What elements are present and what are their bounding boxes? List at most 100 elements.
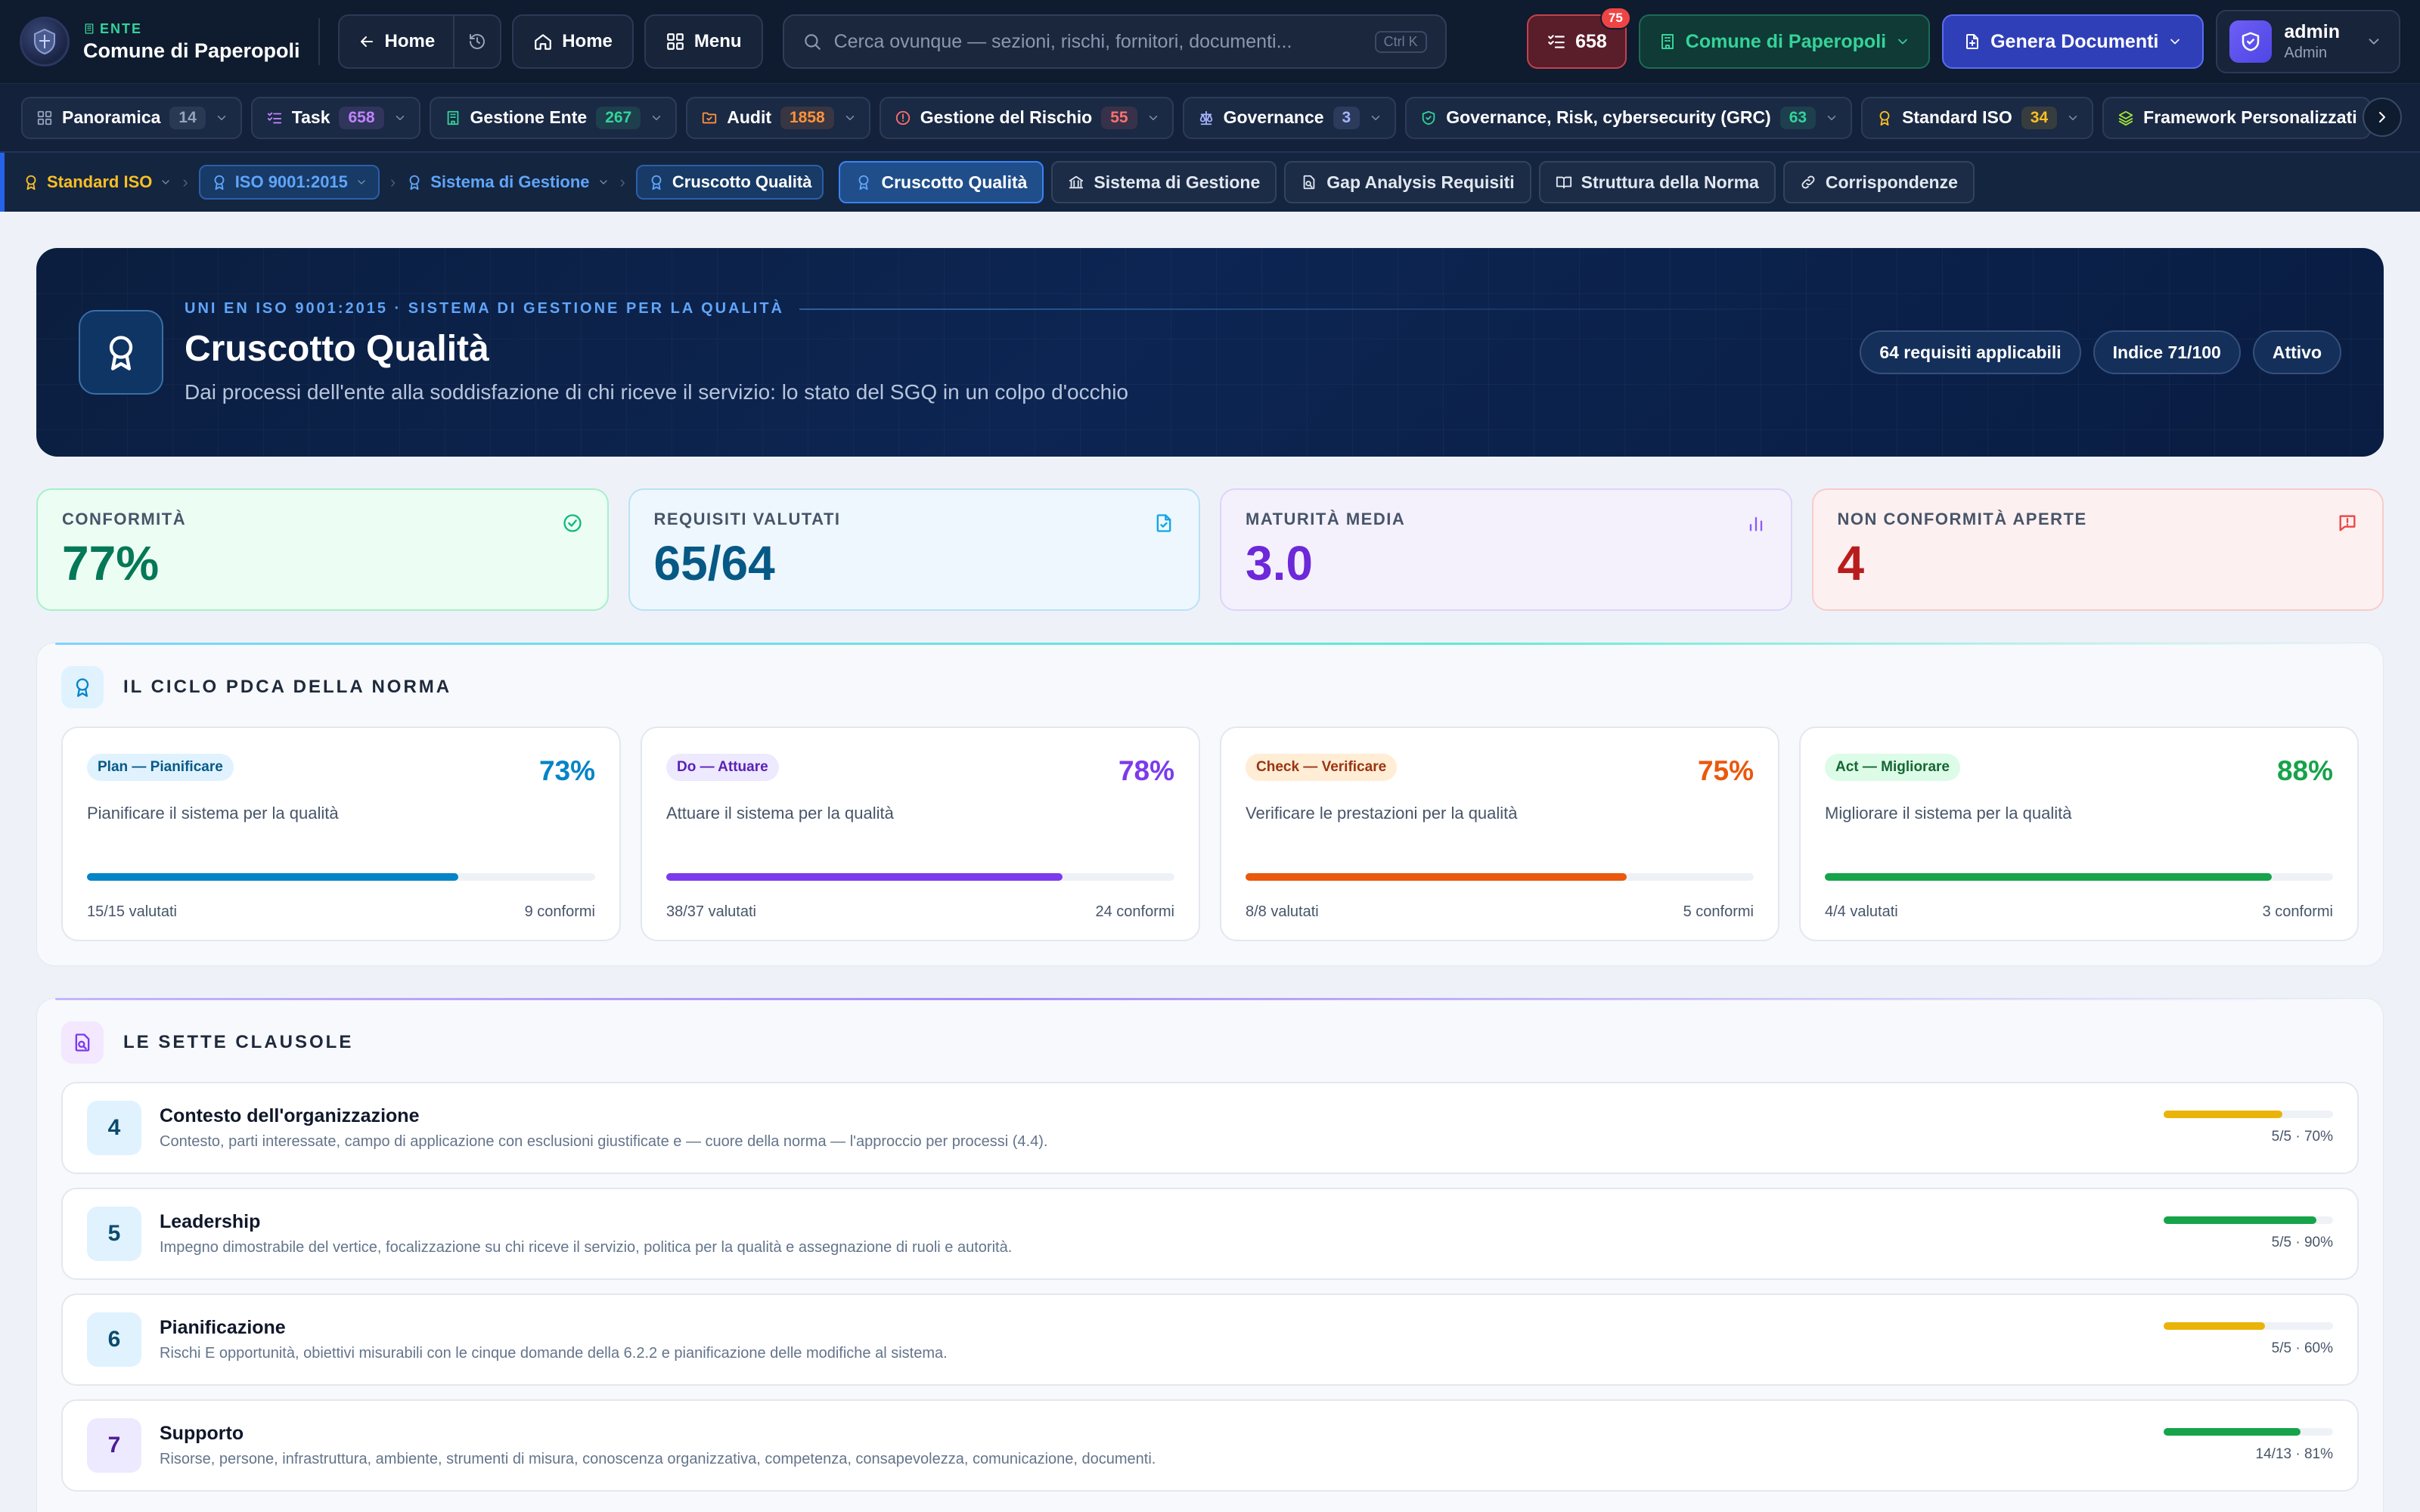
tab-gap-analysis[interactable]: Gap Analysis Requisiti [1284, 161, 1531, 203]
progress-bar-fill [2164, 1111, 2282, 1118]
module-tab-gestione-del-rischio[interactable]: Gestione del Rischio 55 [879, 96, 1174, 139]
award-icon-glyph [76, 678, 89, 697]
module-tab-governance[interactable]: Governance 3 [1182, 96, 1397, 139]
chevron-down-icon [1371, 115, 1380, 120]
kpi-value: 4 [1837, 536, 1865, 590]
list-item[interactable]: 6 Pianificazione Rischi E opportunità, obi… [61, 1294, 2359, 1386]
building-icon [447, 110, 458, 125]
home-button[interactable]: Home [512, 14, 634, 69]
chevron-down-icon [845, 115, 854, 120]
municipality-logo[interactable] [20, 17, 70, 67]
section-title: IL CICLO PDCA DELLA NORMA [123, 677, 452, 697]
user-menu[interactable]: admin Admin [2216, 10, 2400, 73]
clause-title: Pianificazione [160, 1317, 286, 1338]
entity-info[interactable]: ENTE Comune di Paperopoli [83, 17, 300, 67]
breadcrumb-separator: › [389, 172, 396, 191]
module-tab-panoramica[interactable]: Panoramica 14 [21, 96, 242, 139]
pdca-phase-tag: Do — Attuare [666, 754, 779, 781]
kpi-label: NON CONFORMITÀ APERTE [1837, 510, 2087, 528]
pdca-card[interactable]: Do — Attuare 78% Attuare il sistema per la… [641, 727, 1200, 941]
requirements-pill: 64 requisiti applicabili [1860, 330, 2081, 374]
list-item[interactable]: 4 Contesto dell'organizzazione Contesto, p… [61, 1082, 2359, 1174]
module-tab-framework-personalizzati[interactable]: Framework Personalizzati [2102, 96, 2371, 139]
breadcrumb-label: Sistema di Gestione [430, 172, 590, 191]
progress-bar-fill [666, 873, 1063, 881]
breadcrumb-item-current[interactable]: Cruscotto Qualità [635, 165, 824, 200]
tab-cruscotto-qualita[interactable]: Cruscotto Qualità [839, 161, 1044, 203]
module-tab-count: 63 [1779, 106, 1817, 129]
clause-text: Leadership Impegno dimostrabile del verti… [160, 1211, 2133, 1256]
page-subtitle: Dai processi dell'ente alla soddisfazion… [185, 380, 1128, 404]
tab-corrispondenze[interactable]: Corrispondenze [1782, 161, 1975, 203]
pdca-percentage: 88% [2276, 755, 2333, 786]
layers-icon [2118, 110, 2133, 125]
list-item[interactable]: 5 Leadership Impegno dimostrabile del vert… [61, 1188, 2359, 1280]
chevron-down-icon [1149, 115, 1157, 120]
pdca-evaluated: 15/15 valutati [87, 903, 177, 920]
breadcrumb-item-iso-9001[interactable]: ISO 9001:2015 [198, 165, 380, 200]
module-tab-label: Governance [1223, 107, 1324, 127]
clause-list: 4 Contesto dell'organizzazione Contesto, p… [61, 1082, 2359, 1492]
pdca-footer: 38/37 valutati 24 conformi [666, 903, 1174, 921]
chevron-down-icon [652, 115, 661, 120]
breadcrumb-item-sistema-gestione[interactable]: Sistema di Gestione [406, 172, 609, 192]
progress-bar-fill [1246, 873, 1627, 881]
back-home-button[interactable]: Home [340, 16, 454, 67]
award-icon [859, 175, 869, 191]
list-item[interactable]: 7 Supporto Risorse, persone, infrastruttur… [61, 1399, 2359, 1492]
module-tab-standard-iso[interactable]: Standard ISO 34 [1861, 96, 2094, 139]
module-tab-label: Audit [727, 107, 771, 127]
breadcrumb-item-standard-iso[interactable]: Standard ISO [23, 172, 172, 192]
file-search-icon [61, 1021, 104, 1064]
tab-struttura-norma[interactable]: Struttura della Norma [1538, 161, 1776, 203]
progress-bar [2164, 1216, 2333, 1224]
organization-selector[interactable]: Comune di Paperopoli [1638, 14, 1931, 69]
progress-bar [2164, 1111, 2333, 1118]
pdca-card[interactable]: Plan — Pianificare 73% Pianificare il sist… [61, 727, 621, 941]
progress-bar-fill [2164, 1216, 2316, 1224]
kpi-non-conformita[interactable]: NON CONFORMITÀ APERTE 4 [1811, 488, 2384, 611]
progress-bar [2164, 1322, 2333, 1330]
clause-stat: 14/13 · 81% [2255, 1446, 2333, 1462]
clause-number: 4 [87, 1101, 141, 1155]
scroll-right-button[interactable] [2363, 98, 2402, 137]
pdca-card[interactable]: Act — Migliorare 88% Migliorare il sistema… [1799, 727, 2359, 941]
pdca-card[interactable]: Check — Verificare 75% Verificare le prest… [1220, 727, 1779, 941]
chevron-down-icon [2170, 39, 2180, 45]
clause-stat: 5/5 · 70% [2271, 1129, 2333, 1145]
tab-label: Corrispondenze [1825, 172, 1958, 192]
module-tab-gestione-ente[interactable]: Gestione Ente 267 [429, 96, 678, 139]
clause-stat: 5/5 · 60% [2271, 1340, 2333, 1356]
module-tab-governance-risk-cybersecurity-grc[interactable]: Governance, Risk, cybersecurity (GRC) 63 [1405, 96, 1853, 139]
book-open-icon [1556, 176, 1571, 189]
clause-number: 7 [87, 1418, 141, 1473]
award-icon [26, 175, 36, 191]
tab-sistema-gestione[interactable]: Sistema di Gestione [1051, 161, 1277, 203]
tab-label: Sistema di Gestione [1094, 172, 1261, 192]
progress-bar-fill [2164, 1322, 2266, 1330]
search-input[interactable] [833, 30, 1363, 53]
kpi-requisiti-valutati[interactable]: REQUISITI VALUTATI 65/64 [628, 488, 1200, 611]
file-check-icon [1156, 514, 1171, 532]
global-search[interactable]: Ctrl K [782, 14, 1447, 69]
history-button[interactable] [453, 16, 500, 67]
module-tab-audit[interactable]: Audit 1858 [686, 96, 870, 139]
tasks-button[interactable]: 658 75 [1527, 7, 1631, 69]
pdca-description: Migliorare il sistema per la qualità [1825, 804, 2072, 823]
award-icon [1879, 110, 1890, 125]
pdca-section: IL CICLO PDCA DELLA NORMA Plan — Pianifi… [36, 643, 2384, 966]
menu-button[interactable]: Menu [644, 14, 763, 69]
clause-text: Supporto Risorse, persone, infrastruttura… [160, 1423, 2133, 1468]
module-tab-label: Task [291, 107, 330, 127]
pdca-conform: 24 conformi [1095, 903, 1175, 920]
scale-icon [1199, 110, 1212, 125]
module-tab-label: Panoramica [62, 107, 161, 127]
generate-documents-button[interactable]: Genera Documenti [1942, 14, 2204, 69]
award-icon [79, 310, 163, 395]
pdca-phase-tag: Act — Migliorare [1825, 754, 1960, 781]
kpi-maturita-media[interactable]: MATURITÀ MEDIA 3.0 [1220, 488, 1792, 611]
kpi-conformita[interactable]: CONFORMITÀ 77% [36, 488, 609, 611]
module-tab-task[interactable]: Task 658 [250, 96, 420, 139]
breadcrumb-separator: › [619, 172, 625, 191]
home-label: Home [562, 31, 613, 51]
